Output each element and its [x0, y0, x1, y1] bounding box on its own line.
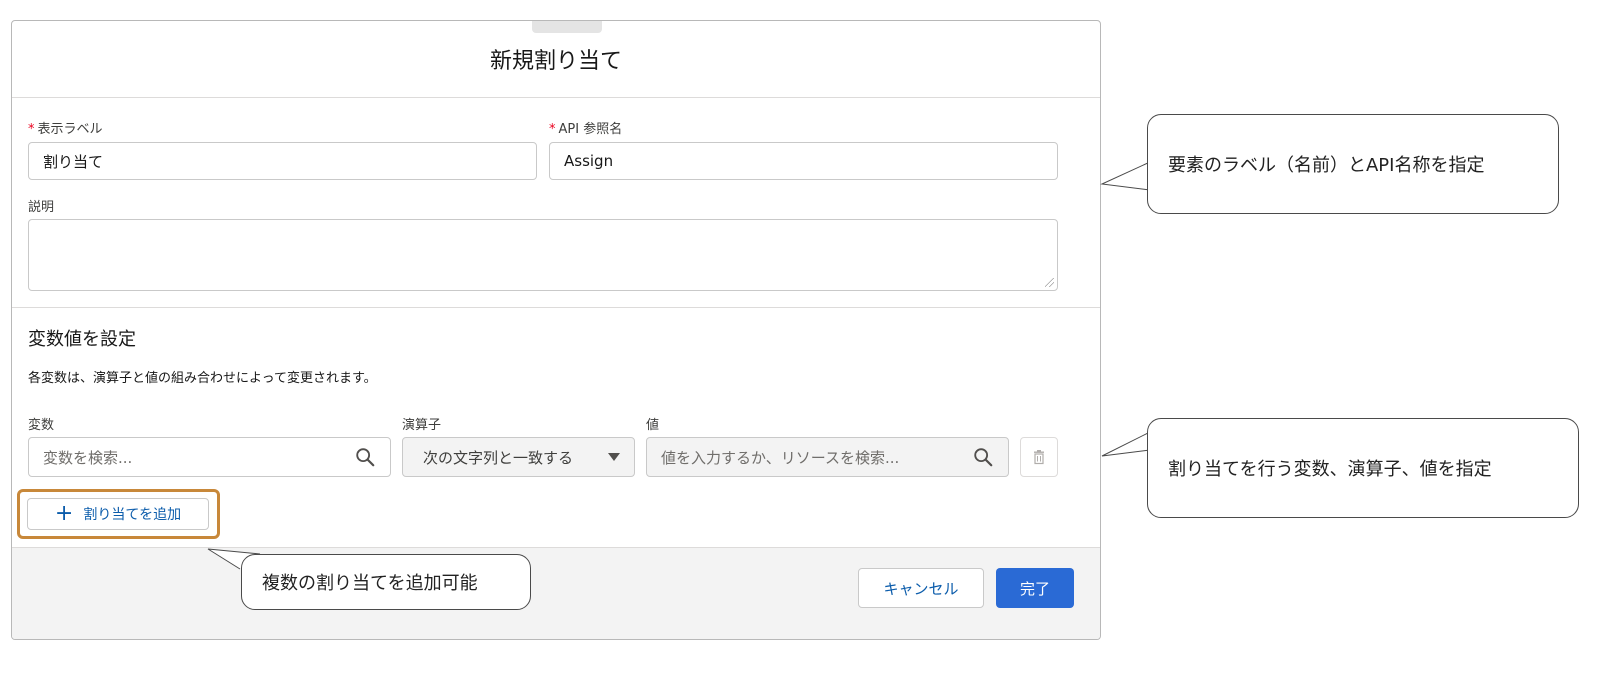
api-name-value: Assign	[564, 152, 614, 170]
label-callout: 要素のラベル（名前）とAPI名称を指定	[1147, 114, 1559, 214]
display-label-input[interactable]: 割り当て	[28, 142, 537, 180]
assignment-section-description: 各変数は、演算子と値の組み合わせによって変更されます。	[28, 371, 377, 386]
variable-search-input[interactable]: 変数を検索...	[28, 437, 391, 477]
add-assignment-highlight: + 割り当てを追加	[17, 489, 220, 539]
required-mark: *	[549, 122, 556, 137]
modal-title: 新規割り当て	[489, 49, 622, 74]
add-assignment-label: 割り当てを追加	[83, 507, 182, 523]
value-search-input[interactable]: 値を入力するか、リソースを検索...	[646, 437, 1009, 477]
assignment-callout-text: 割り当てを行う変数、演算子、値を指定	[1168, 459, 1492, 480]
cancel-button[interactable]: キャンセル	[858, 568, 984, 608]
variable-column-label: 変数	[28, 418, 55, 433]
resize-grip-icon[interactable]	[1045, 278, 1054, 287]
search-icon	[356, 448, 375, 467]
caret-down-icon	[608, 453, 620, 461]
api-name-label: * API 参照名	[549, 122, 623, 137]
value-column-label: 値	[646, 418, 660, 433]
trash-icon	[1034, 450, 1044, 465]
api-name-input[interactable]: Assign	[549, 142, 1058, 180]
value-search-placeholder: 値を入力するか、リソースを検索...	[661, 448, 900, 467]
section-divider	[12, 307, 1100, 308]
operator-select[interactable]: 次の文字列と一致する	[402, 437, 635, 477]
display-label-value: 割り当て	[43, 152, 104, 171]
description-textarea[interactable]	[28, 219, 1058, 291]
done-button[interactable]: 完了	[996, 568, 1074, 608]
delete-assignment-button[interactable]	[1020, 437, 1058, 477]
description-label: 説明	[28, 200, 55, 215]
required-mark: *	[28, 122, 35, 137]
modal-footer: キャンセル 完了	[12, 547, 1100, 639]
callout-tail	[1100, 161, 1151, 191]
add-assignment-button[interactable]: + 割り当てを追加	[27, 498, 209, 530]
plus-icon: +	[54, 501, 74, 526]
label-callout-text: 要素のラベル（名前）とAPI名称を指定	[1168, 155, 1485, 176]
background-tab-sliver	[532, 21, 602, 33]
label-section: * 表示ラベル 割り当て * API 参照名 Assign 説明	[12, 98, 1100, 316]
display-label-label: * 表示ラベル	[28, 122, 103, 137]
add-callout: 複数の割り当てを追加可能	[241, 554, 531, 610]
assignment-callout: 割り当てを行う変数、演算子、値を指定	[1147, 418, 1579, 518]
assignment-section-title: 変数値を設定	[28, 329, 136, 350]
new-assignment-modal: 新規割り当て * 表示ラベル 割り当て * API 参照名 Assign 説明 変数…	[11, 20, 1101, 640]
variable-search-placeholder: 変数を検索...	[43, 448, 133, 467]
callout-tail	[1101, 431, 1151, 457]
operator-column-label: 演算子	[402, 418, 442, 433]
operator-select-value: 次の文字列と一致する	[423, 448, 574, 467]
add-callout-text: 複数の割り当てを追加可能	[262, 573, 478, 594]
search-icon	[974, 448, 993, 467]
